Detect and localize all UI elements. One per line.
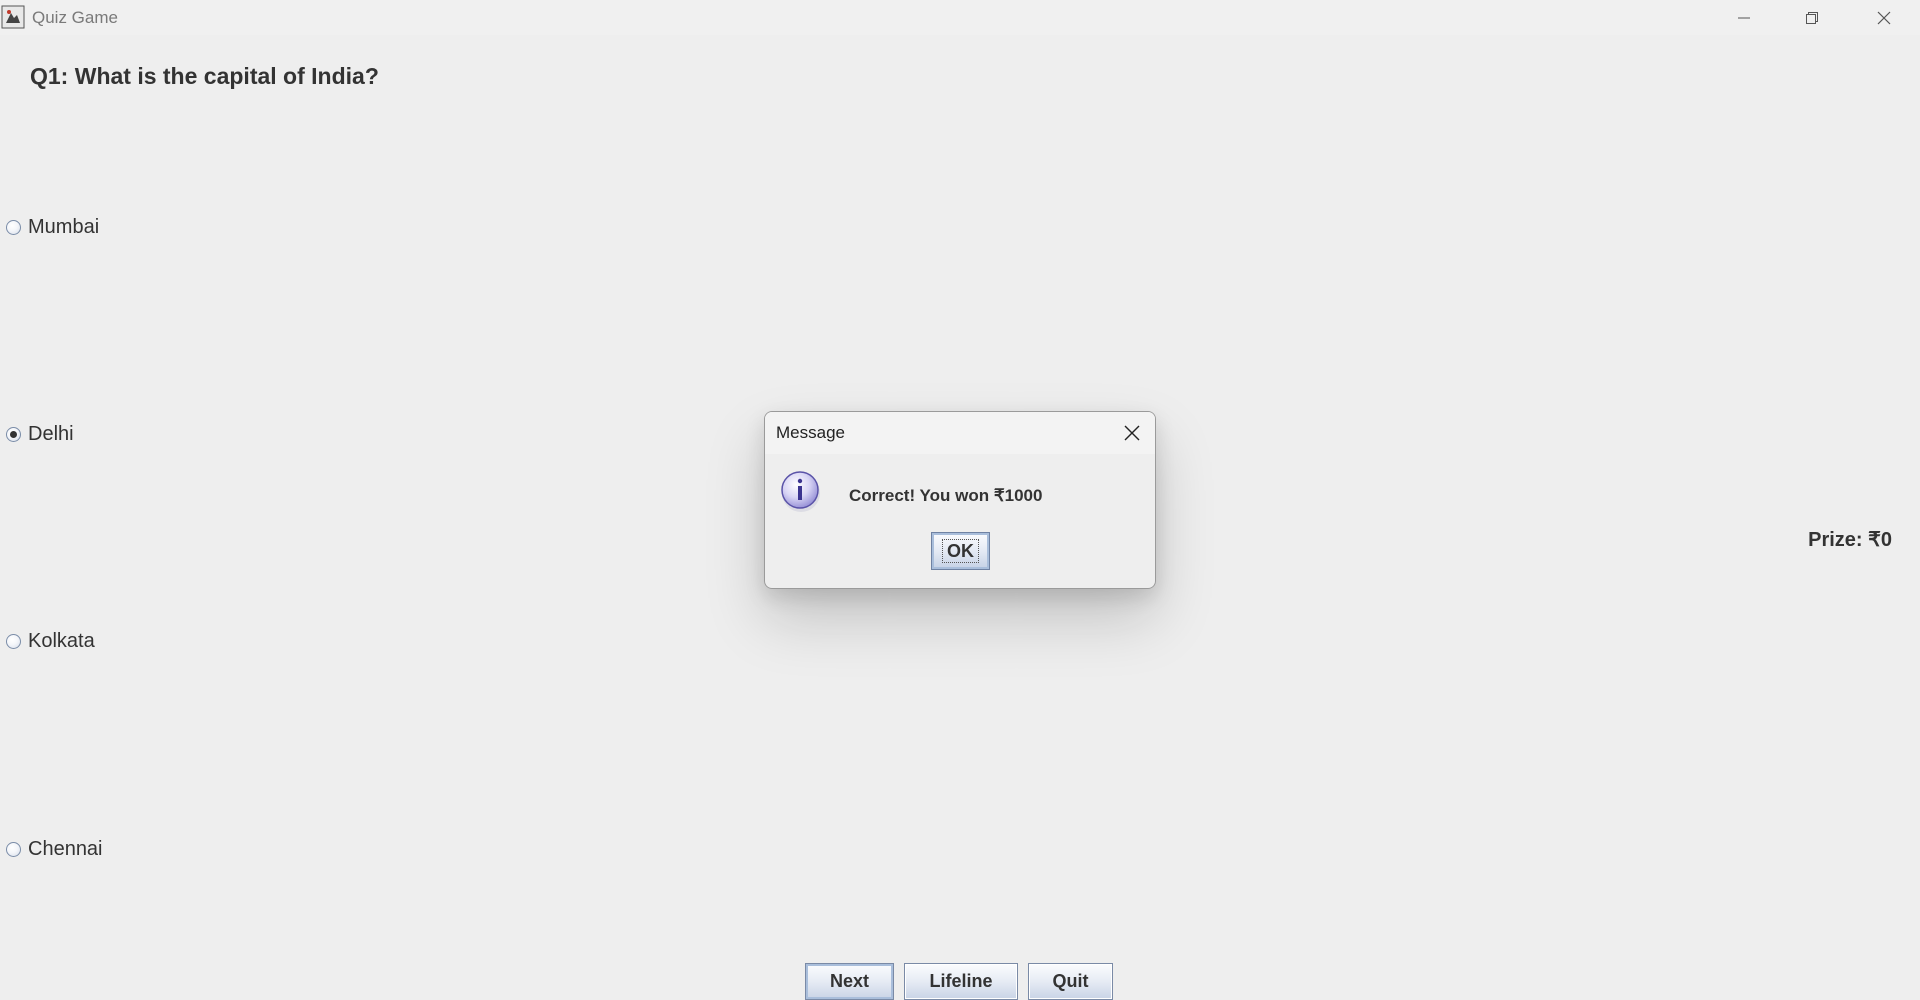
message-dialog: Message Correct! You won ₹1000 OK: [764, 411, 1156, 589]
option-label: Kolkata: [28, 629, 95, 652]
prize-label: Prize: ₹0: [1808, 529, 1892, 551]
minimize-icon: [1738, 17, 1750, 18]
option-label: Delhi: [28, 422, 74, 445]
dialog-title-bar: Message: [765, 412, 1155, 454]
next-button[interactable]: Next: [805, 963, 894, 1000]
java-app-icon: [1, 5, 25, 29]
radio-button[interactable]: [6, 841, 21, 857]
restore-button[interactable]: [1778, 0, 1846, 35]
close-icon: [1877, 11, 1891, 24]
option-chennai[interactable]: Chennai: [6, 836, 103, 862]
title-bar: Quiz Game: [0, 0, 1920, 35]
minimize-button[interactable]: [1710, 0, 1778, 35]
radio-button[interactable]: [6, 633, 21, 649]
dialog-close-button[interactable]: [1117, 418, 1147, 448]
dialog-message: Correct! You won ₹1000: [849, 486, 1043, 505]
option-mumbai[interactable]: Mumbai: [6, 214, 99, 240]
quit-button[interactable]: Quit: [1028, 963, 1113, 1000]
radio-button-selected[interactable]: [6, 426, 21, 442]
lifeline-button[interactable]: Lifeline: [904, 963, 1018, 1000]
dialog-title: Message: [776, 423, 845, 442]
ok-label: OK: [942, 539, 979, 563]
close-window-button[interactable]: [1850, 0, 1918, 35]
question-label: Q1: What is the capital of India?: [30, 63, 379, 89]
quiz-game-window: Quiz Game Q1: What is the capital of Ind…: [0, 0, 1920, 1000]
option-delhi[interactable]: Delhi: [6, 421, 74, 447]
option-label: Mumbai: [28, 215, 100, 238]
ok-button[interactable]: OK: [931, 532, 990, 570]
option-kolkata[interactable]: Kolkata: [6, 628, 95, 654]
option-label: Chennai: [28, 837, 103, 860]
radio-button[interactable]: [6, 219, 21, 235]
info-icon: [781, 471, 820, 512]
button-bar: Next Lifeline Quit: [805, 963, 1113, 1000]
close-icon: [1124, 425, 1140, 441]
restore-icon: [1806, 11, 1818, 24]
window-title: Quiz Game: [32, 8, 118, 27]
